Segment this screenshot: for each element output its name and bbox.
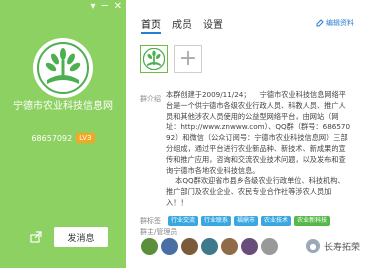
edit-icon <box>316 19 324 27</box>
wechat-official-icon: ● <box>305 239 320 253</box>
group-id-row: 68657092 LV3 <box>0 133 126 143</box>
share-button[interactable] <box>28 229 44 245</box>
admin-avatar[interactable] <box>241 238 258 255</box>
group-id: 68657092 <box>31 133 73 143</box>
tag-item[interactable]: 农业技术 <box>261 216 292 226</box>
group-name: 宁德市农业科技信息网 <box>13 101 113 112</box>
tag-item[interactable]: 福鼎市 <box>234 216 259 226</box>
tags-label: 群标签 <box>140 217 161 225</box>
tab-settings[interactable]: 设置 <box>203 16 223 34</box>
group-profile-panel: ▾ ─ ✕ 宁德市农业科技信息网 68657092 LV3 发消息 <box>0 0 126 268</box>
tag-item[interactable]: 农业新科技 <box>294 216 331 226</box>
tab-home[interactable]: 首页 <box>141 16 161 34</box>
group-intro-text: 本群创建于2009/11/24； 宁德市农业科技信息网络平台是一个供宁德市各级农… <box>166 90 351 207</box>
admin-avatar-list <box>141 238 278 255</box>
admins-label: 群主/管理员 <box>140 228 178 236</box>
close-icon[interactable]: ✕ <box>114 2 122 12</box>
edit-profile-link[interactable]: 编辑资料 <box>316 18 354 28</box>
edit-profile-label: 编辑资料 <box>326 19 354 27</box>
tag-item[interactable]: 行业联系 <box>201 216 232 226</box>
admin-avatar[interactable] <box>141 238 158 255</box>
watermark: ● 长寿拓荣 <box>305 239 360 253</box>
level-badge: LV3 <box>76 133 95 143</box>
admin-avatar[interactable] <box>201 238 218 255</box>
admin-avatar[interactable] <box>181 238 198 255</box>
tag-item[interactable]: 行业交流 <box>168 216 199 226</box>
tags-row: 群标签 行业交流 行业联系 福鼎市 农业技术 农业新科技 <box>140 216 331 226</box>
add-photo-button[interactable]: + <box>174 45 202 73</box>
menu-dropdown-icon[interactable]: ▾ <box>91 2 96 12</box>
admin-avatar[interactable] <box>261 238 278 255</box>
admin-avatar[interactable] <box>221 238 238 255</box>
group-photo[interactable] <box>140 45 168 73</box>
group-photo-list: + <box>140 45 202 73</box>
share-icon <box>30 231 42 243</box>
tab-bar: 首页 成员 设置 <box>141 16 223 34</box>
watermark-text: 长寿拓荣 <box>323 242 360 253</box>
send-message-button[interactable]: 发消息 <box>54 227 108 247</box>
minimize-icon[interactable]: ─ <box>102 2 108 12</box>
admin-avatar[interactable] <box>161 238 178 255</box>
tab-members[interactable]: 成员 <box>172 16 192 34</box>
group-detail-panel: 首页 成员 设置 编辑资料 + 群介绍 本群创建于2009/11/24； 宁德市… <box>126 0 368 268</box>
plus-icon: + <box>178 46 198 71</box>
group-logo[interactable] <box>33 38 93 98</box>
window-controls: ▾ ─ ✕ <box>91 2 122 12</box>
intro-label: 群介绍 <box>140 95 161 103</box>
left-actions: 发消息 <box>0 226 126 248</box>
